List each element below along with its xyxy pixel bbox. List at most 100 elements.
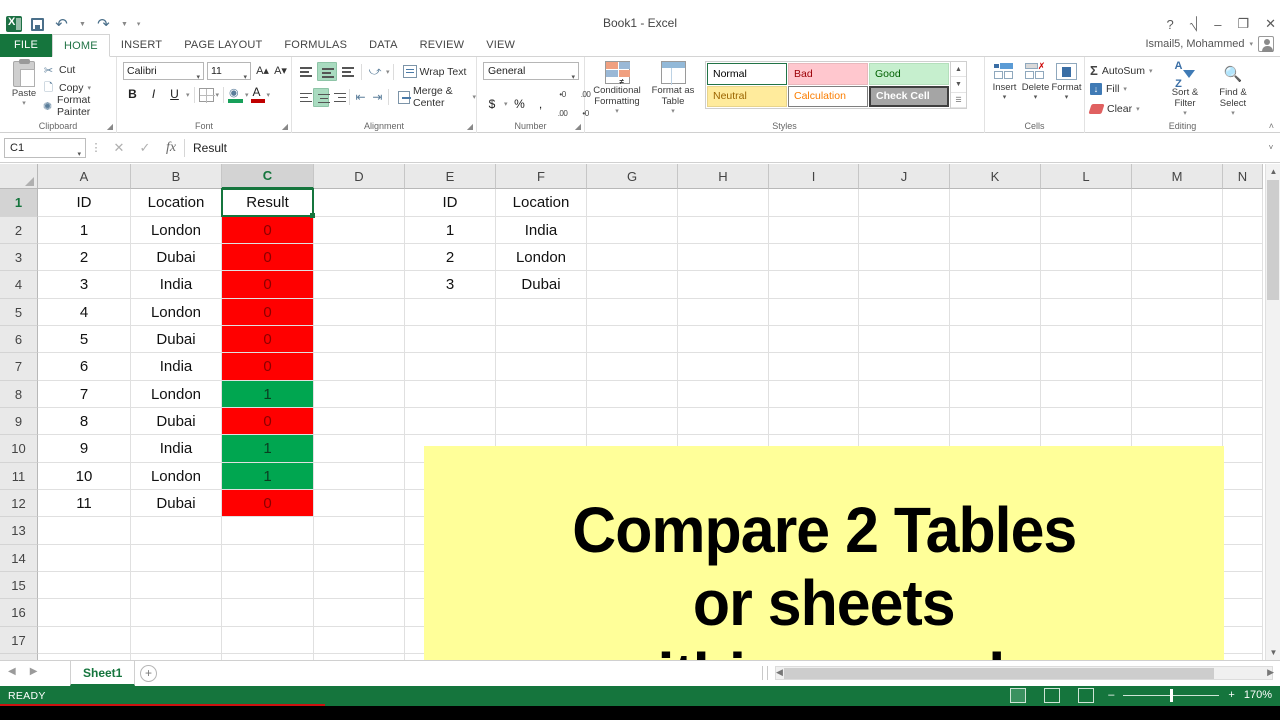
- cell-D8[interactable]: [314, 381, 405, 408]
- align-top-button[interactable]: [296, 62, 316, 81]
- cell-A14[interactable]: [38, 545, 131, 572]
- cell-K8[interactable]: [950, 381, 1041, 408]
- font-dialog-launcher[interactable]: ◢: [282, 122, 288, 131]
- cell-C3[interactable]: 0: [222, 244, 314, 271]
- cell-B16[interactable]: [131, 599, 222, 627]
- cell-J4[interactable]: [859, 271, 950, 299]
- decrease-indent-button[interactable]: ⇤: [353, 88, 369, 107]
- cell-F7[interactable]: [496, 353, 587, 381]
- vertical-scroll-thumb[interactable]: [1267, 180, 1279, 300]
- cell-A13[interactable]: [38, 517, 131, 545]
- cell-M8[interactable]: [1132, 381, 1223, 408]
- cell-K6[interactable]: [950, 326, 1041, 353]
- cell-M6[interactable]: [1132, 326, 1223, 353]
- row-header-10[interactable]: 10: [0, 435, 38, 463]
- cell-N7[interactable]: [1223, 353, 1263, 381]
- cell-C13[interactable]: [222, 517, 314, 545]
- cell-D7[interactable]: [314, 353, 405, 381]
- cell-A16[interactable]: [38, 599, 131, 627]
- cell-D11[interactable]: [314, 463, 405, 490]
- alignment-dialog-launcher[interactable]: ◢: [467, 122, 473, 131]
- cell-J6[interactable]: [859, 326, 950, 353]
- cell-L7[interactable]: [1041, 353, 1132, 381]
- orientation-dropdown-icon[interactable]: ▾: [386, 68, 390, 76]
- help-icon[interactable]: ?: [1167, 17, 1174, 32]
- cell-A9[interactable]: 8: [38, 408, 131, 435]
- autosum-button[interactable]: Σ AutoSum ▾: [1090, 63, 1153, 78]
- cell-F2[interactable]: India: [496, 217, 587, 244]
- cell-N11[interactable]: [1223, 463, 1263, 490]
- format-painter-button[interactable]: ✺ Format Painter: [42, 94, 116, 118]
- row-header-7[interactable]: 7: [0, 353, 38, 381]
- align-middle-button[interactable]: [317, 62, 337, 81]
- row-header-6[interactable]: 6: [0, 326, 38, 353]
- format-cells-button[interactable]: Format ▾: [1051, 61, 1082, 101]
- cell-M4[interactable]: [1132, 271, 1223, 299]
- column-header-F[interactable]: F: [496, 164, 587, 189]
- cell-I7[interactable]: [769, 353, 859, 381]
- cell-D9[interactable]: [314, 408, 405, 435]
- font-color-dropdown-icon[interactable]: ▾: [267, 91, 271, 99]
- cell-B14[interactable]: [131, 545, 222, 572]
- cell-G6[interactable]: [587, 326, 678, 353]
- cut-button[interactable]: ✂ Cut: [42, 61, 116, 79]
- decrease-font-size-button[interactable]: A▾: [272, 62, 289, 80]
- cell-G4[interactable]: [587, 271, 678, 299]
- cell-L2[interactable]: [1041, 217, 1132, 244]
- cell-C12[interactable]: 0: [222, 490, 314, 517]
- row-header-5[interactable]: 5: [0, 299, 38, 326]
- cell-N8[interactable]: [1223, 381, 1263, 408]
- cell-N16[interactable]: [1223, 599, 1263, 627]
- name-box-dropdown-icon[interactable]: ▾: [77, 145, 81, 164]
- cell-M7[interactable]: [1132, 353, 1223, 381]
- cell-E3[interactable]: 2: [405, 244, 496, 271]
- row-header-11[interactable]: 11: [0, 463, 38, 490]
- cell-H8[interactable]: [678, 381, 769, 408]
- cell-C14[interactable]: [222, 545, 314, 572]
- borders-dropdown-icon[interactable]: ▾: [216, 91, 220, 99]
- cell-K5[interactable]: [950, 299, 1041, 326]
- cell-H2[interactable]: [678, 217, 769, 244]
- horizontal-scrollbar[interactable]: [775, 666, 1273, 680]
- ribbon-tab-data[interactable]: DATA: [358, 34, 409, 57]
- italic-button[interactable]: I: [144, 85, 163, 104]
- page-break-preview-icon[interactable]: [1078, 688, 1094, 703]
- add-sheet-button[interactable]: +: [140, 665, 157, 682]
- cell-F1[interactable]: Location: [496, 189, 587, 217]
- cell-N17[interactable]: [1223, 627, 1263, 654]
- row-header-14[interactable]: 14: [0, 545, 38, 572]
- cell-B15[interactable]: [131, 572, 222, 599]
- prev-sheet-icon[interactable]: ◀: [8, 666, 16, 677]
- conditional-formatting-button[interactable]: ≠ Conditional Formatting ▾: [591, 61, 643, 115]
- collapse-ribbon-icon[interactable]: ˄: [1269, 121, 1274, 131]
- cell-B9[interactable]: Dubai: [131, 408, 222, 435]
- cell-C6[interactable]: 0: [222, 326, 314, 353]
- enter-formula-icon[interactable]: ✓: [132, 140, 158, 156]
- borders-icon[interactable]: [198, 87, 215, 103]
- zoom-slider[interactable]: [1123, 688, 1220, 702]
- row-header-2[interactable]: 2: [0, 217, 38, 244]
- cell-C11[interactable]: 1: [222, 463, 314, 490]
- row-header-12[interactable]: 12: [0, 490, 38, 517]
- fill-button[interactable]: ↓ Fill ▾: [1090, 83, 1127, 95]
- font-size-input[interactable]: 11 ▾: [207, 62, 251, 81]
- vertical-scrollbar[interactable]: ▲ ▼: [1265, 164, 1280, 660]
- cell-styles-scroll[interactable]: ▲ ▼ ☰: [950, 62, 966, 108]
- cancel-formula-icon[interactable]: ✕: [106, 140, 132, 156]
- cell-M3[interactable]: [1132, 244, 1223, 271]
- horizontal-scroll-thumb[interactable]: [784, 668, 1214, 679]
- cell-N6[interactable]: [1223, 326, 1263, 353]
- user-account[interactable]: Ismail5, Mohammed ▾: [1145, 36, 1274, 52]
- cell-E5[interactable]: [405, 299, 496, 326]
- format-as-table-button[interactable]: Format as Table ▾: [647, 61, 699, 115]
- column-header-D[interactable]: D: [314, 164, 405, 189]
- bold-button[interactable]: B: [123, 85, 142, 104]
- wrap-text-button[interactable]: Wrap Text: [402, 65, 466, 78]
- cell-B5[interactable]: London: [131, 299, 222, 326]
- cell-D6[interactable]: [314, 326, 405, 353]
- column-header-K[interactable]: K: [950, 164, 1041, 189]
- clear-dropdown-icon[interactable]: ▾: [1136, 105, 1140, 113]
- font-name-input[interactable]: Calibri ▾: [123, 62, 204, 81]
- cell-C2[interactable]: 0: [222, 217, 314, 244]
- cell-C15[interactable]: [222, 572, 314, 599]
